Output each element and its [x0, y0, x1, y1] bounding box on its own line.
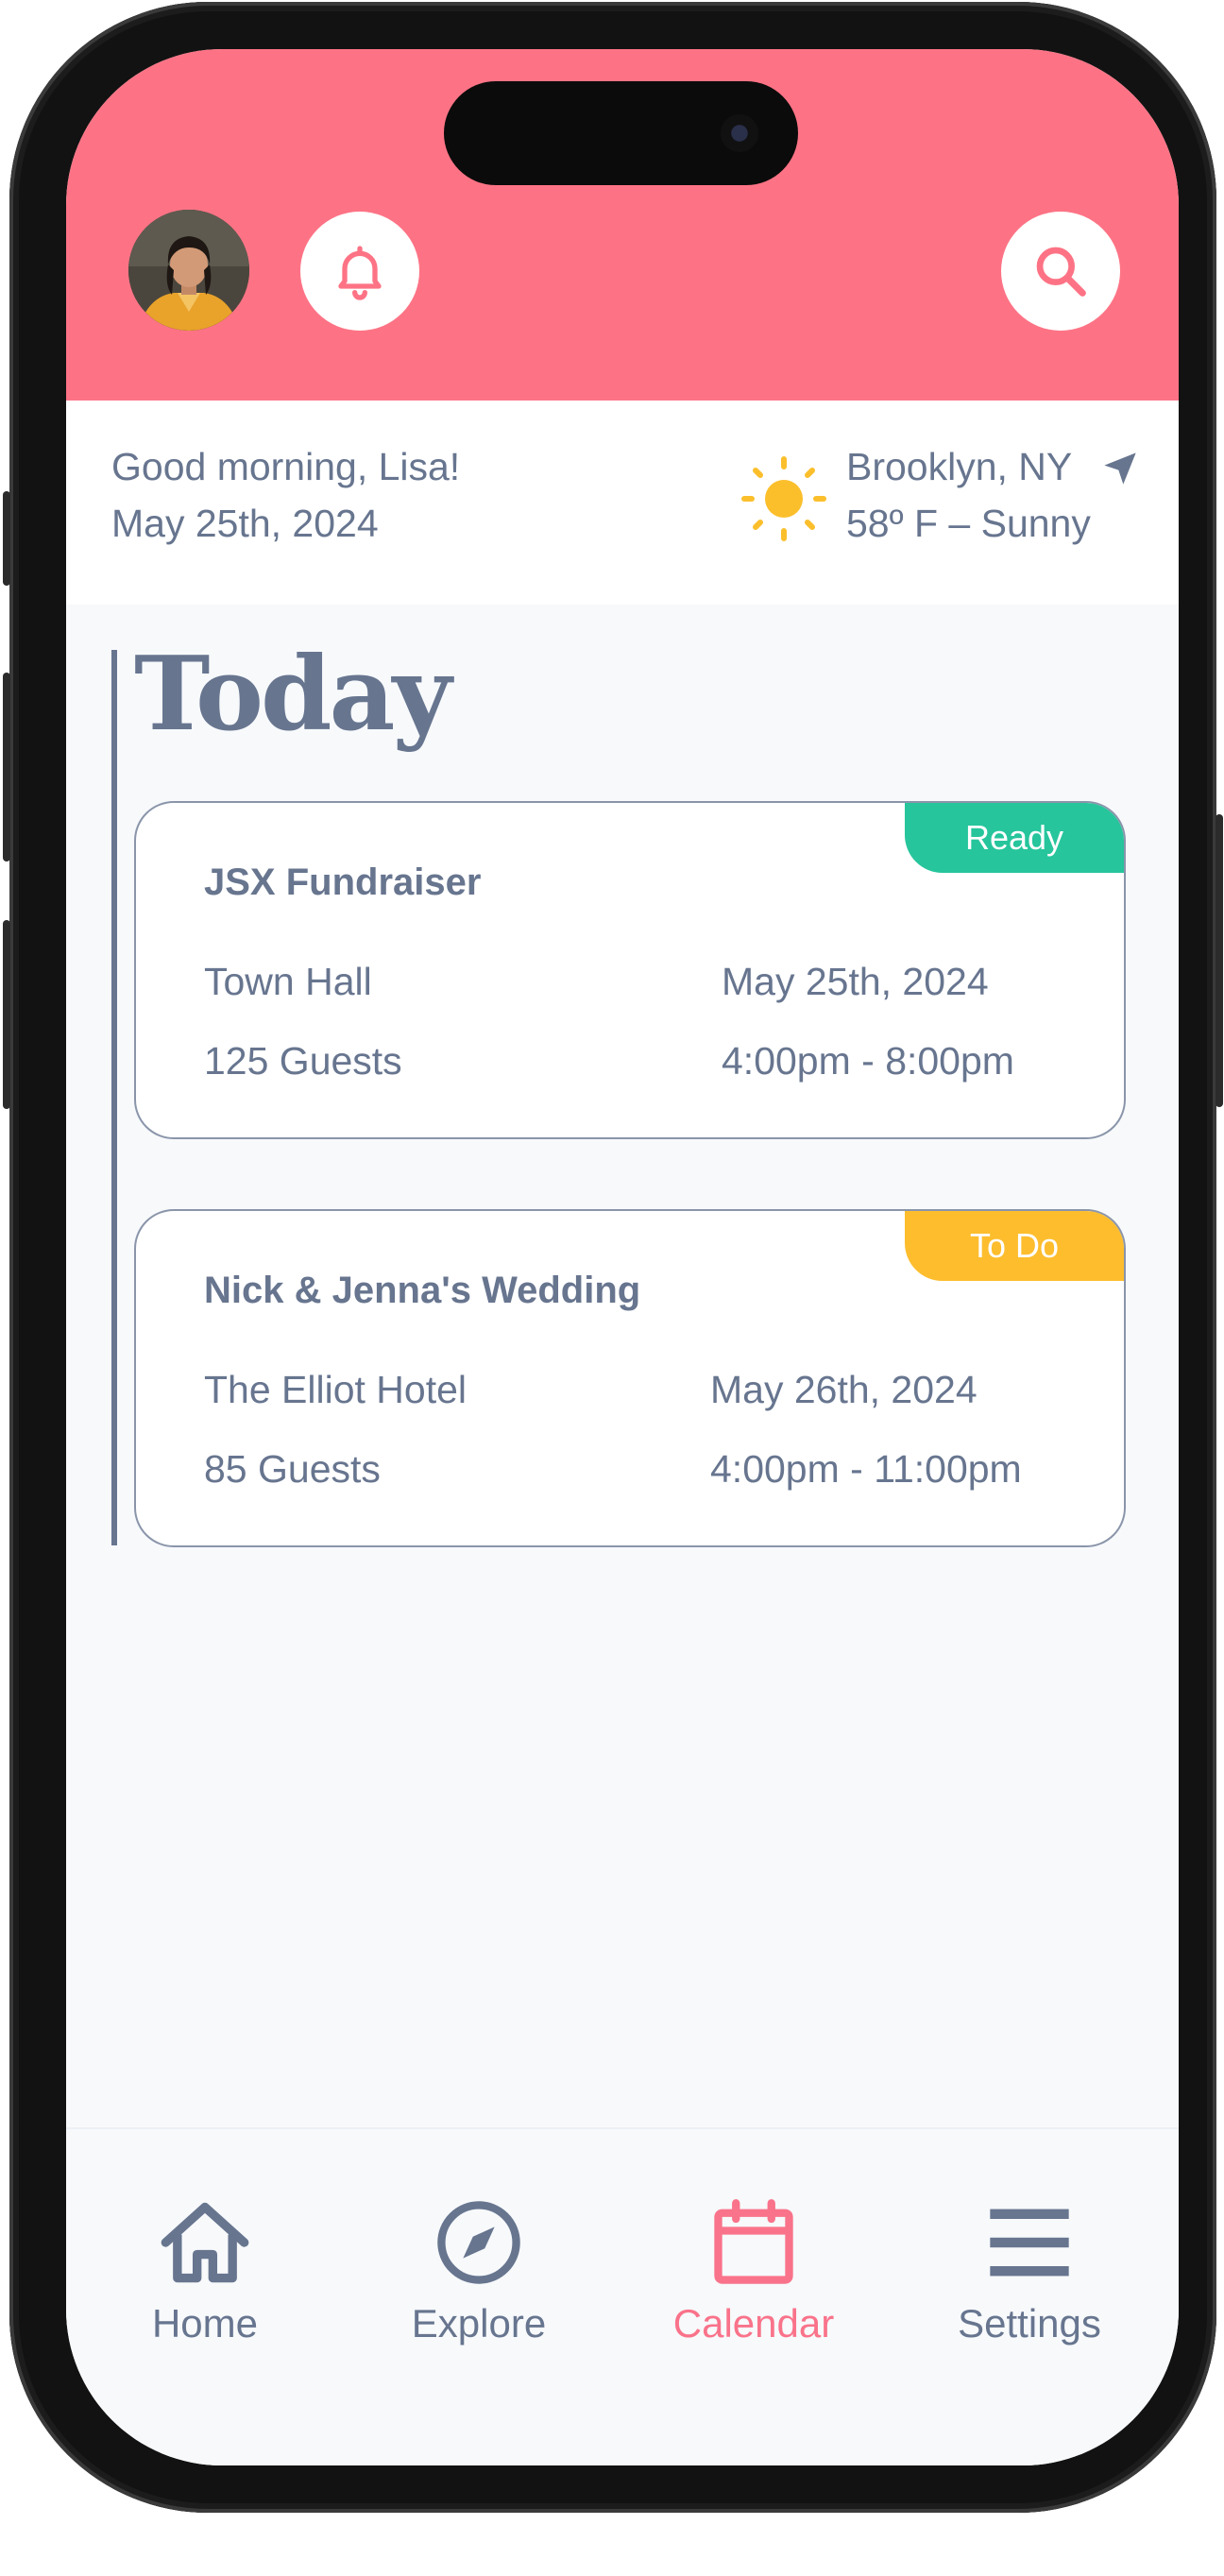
- greeting-text: Good morning, Lisa!: [111, 445, 461, 488]
- event-venue: The Elliot Hotel: [204, 1368, 468, 1411]
- timeline-line: [111, 650, 117, 1545]
- event-time: 4:00pm - 11:00pm: [710, 1447, 1022, 1491]
- sun-icon: [741, 456, 826, 541]
- tab-label: Calendar: [672, 2301, 835, 2346]
- notifications-button[interactable]: [300, 212, 419, 331]
- event-date: May 25th, 2024: [722, 960, 989, 1003]
- calendar-icon: [714, 2199, 793, 2284]
- volume-up-button: [3, 673, 10, 862]
- tab-explore[interactable]: Explore: [356, 2195, 602, 2346]
- home-icon: [161, 2202, 249, 2283]
- current-date: May 25th, 2024: [111, 502, 379, 545]
- tab-label: Explore: [411, 2301, 547, 2346]
- volume-down-button: [3, 920, 10, 1109]
- tab-calendar[interactable]: Calendar: [631, 2195, 876, 2346]
- compass-icon: [437, 2201, 520, 2284]
- bell-icon: [338, 246, 382, 300]
- event-title: Nick & Jenna's Wedding: [204, 1270, 641, 1311]
- dynamic-island: [444, 81, 798, 185]
- camera-icon: [721, 114, 758, 152]
- app-header: [66, 49, 1179, 401]
- action-button: [3, 491, 10, 586]
- search-button[interactable]: [1001, 212, 1120, 331]
- menu-icon: [990, 2209, 1069, 2277]
- power-button: [1216, 814, 1223, 1107]
- tab-home[interactable]: Home: [82, 2195, 328, 2346]
- search-icon: [1036, 247, 1086, 297]
- event-title: JSX Fundraiser: [204, 862, 482, 903]
- event-guests: 85 Guests: [204, 1447, 381, 1491]
- info-bar: Good morning, Lisa! May 25th, 2024 Brook…: [66, 401, 1179, 605]
- phone-frame: Good morning, Lisa! May 25th, 2024 Brook…: [3, 2, 1223, 2513]
- weather-forecast: 58º F – Sunny: [846, 502, 1091, 545]
- event-time: 4:00pm - 8:00pm: [722, 1039, 1014, 1083]
- status-badge: To Do: [905, 1211, 1124, 1281]
- avatar-image: [128, 210, 249, 331]
- weather-location: Brooklyn, NY: [846, 445, 1073, 488]
- screen: Good morning, Lisa! May 25th, 2024 Brook…: [66, 49, 1179, 2465]
- tab-bar: Home Explore Calendar Settings: [66, 2127, 1179, 2465]
- avatar[interactable]: [128, 210, 249, 331]
- event-card[interactable]: To Do Nick & Jenna's Wedding The Elliot …: [134, 1209, 1126, 1547]
- event-card[interactable]: Ready JSX Fundraiser Town Hall 125 Guest…: [134, 801, 1126, 1139]
- event-guests: 125 Guests: [204, 1039, 402, 1083]
- event-date: May 26th, 2024: [710, 1368, 978, 1411]
- tab-label: Settings: [958, 2301, 1101, 2346]
- tab-settings[interactable]: Settings: [907, 2195, 1152, 2346]
- location-arrow-icon: [1104, 452, 1136, 485]
- section-title: Today: [134, 635, 451, 754]
- event-venue: Town Hall: [204, 960, 372, 1003]
- status-badge: Ready: [905, 803, 1124, 873]
- tab-label: Home: [151, 2301, 259, 2346]
